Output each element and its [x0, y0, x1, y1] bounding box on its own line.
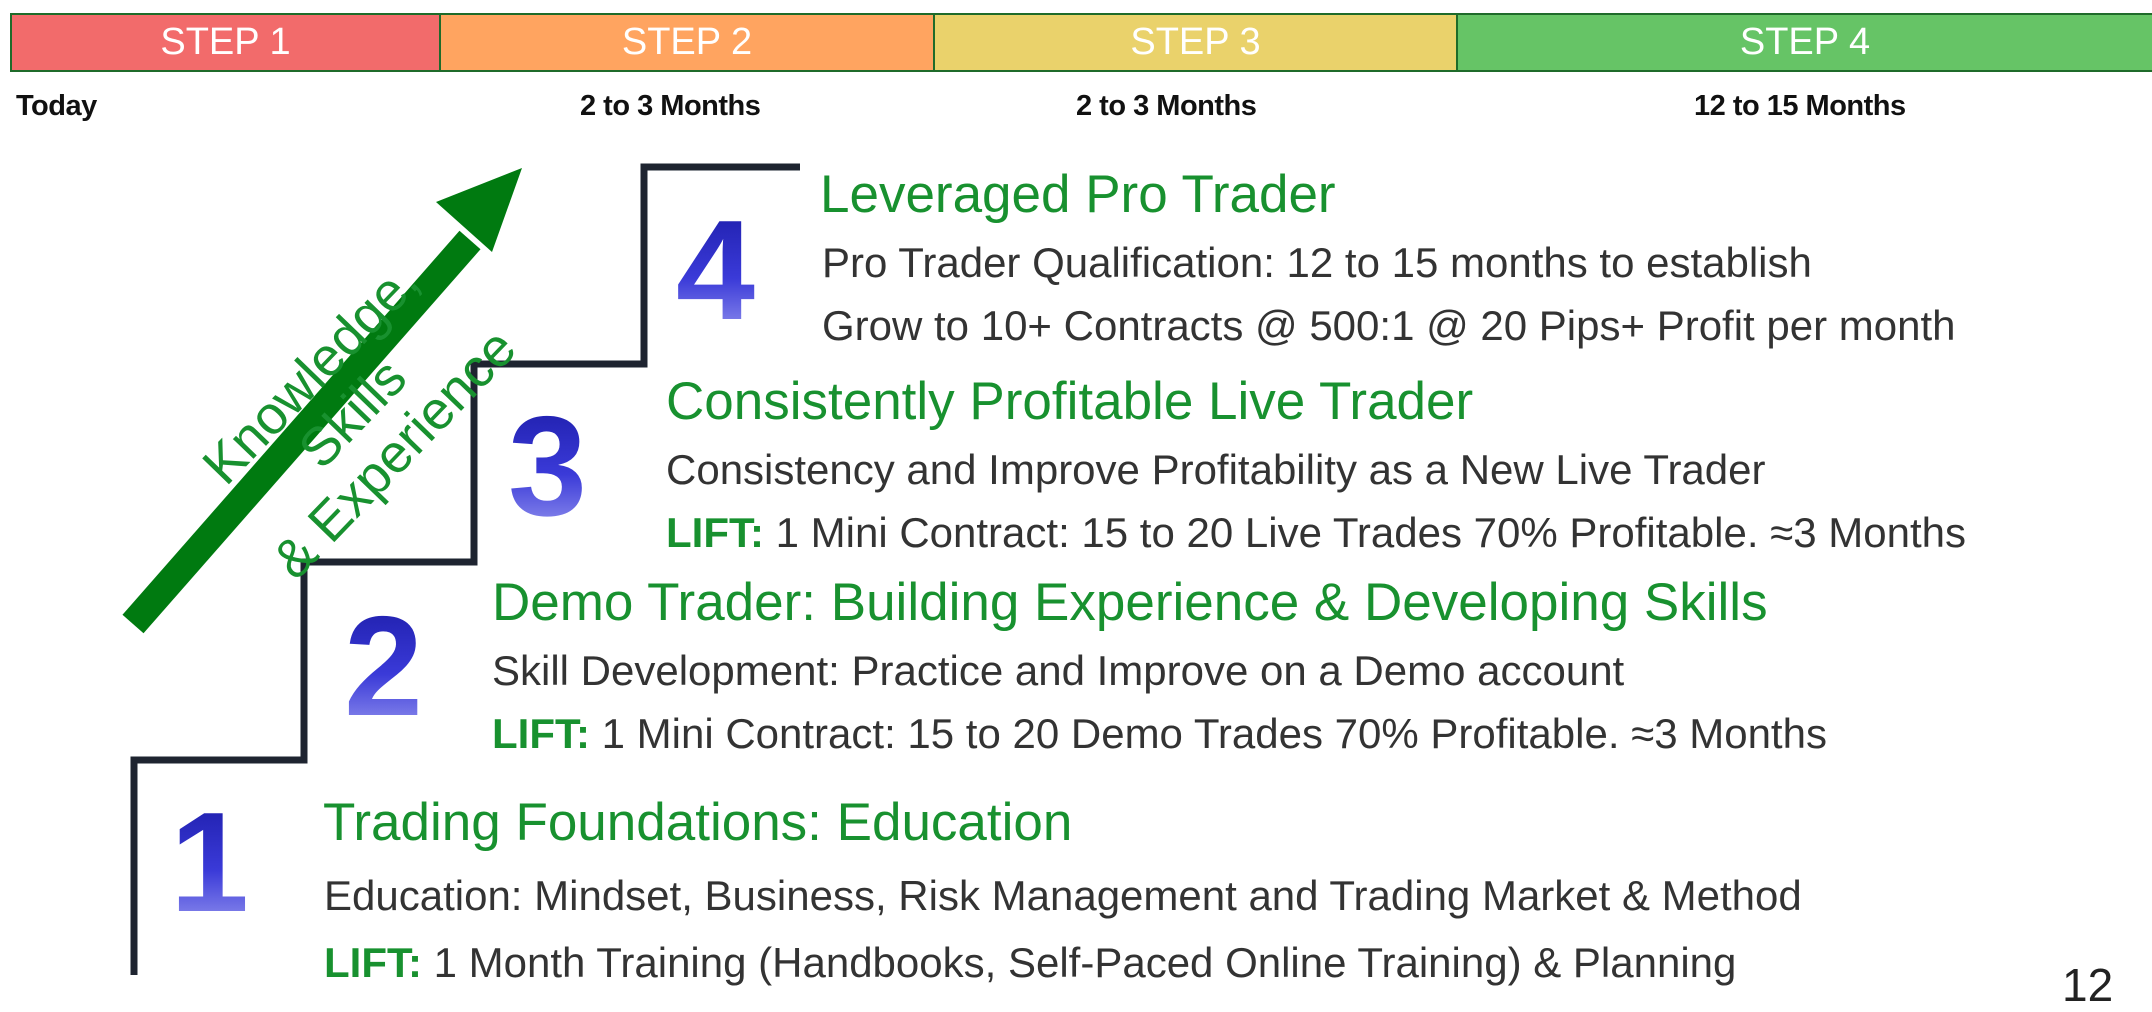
level-3-lift-label: LIFT: — [666, 509, 764, 556]
level-1-line-2: LIFT: 1 Month Training (Handbooks, Self-… — [324, 942, 1736, 984]
level-3-title: Consistently Profitable Live Trader — [666, 372, 1474, 431]
level-3-number: 3 — [508, 387, 587, 546]
level-1-line-1: Education: Mindset, Business, Risk Manag… — [324, 872, 1802, 919]
level-1-lift-text: 1 Month Training (Handbooks, Self-Paced … — [421, 939, 1737, 986]
level-2-title: Demo Trader: Building Experience & Devel… — [492, 573, 1768, 632]
level-3-line-1: Consistency and Improve Profitability as… — [666, 446, 1766, 493]
level-2-line-1: Skill Development: Practice and Improve … — [492, 647, 1625, 694]
level-1-title: Trading Foundations: Education — [323, 793, 1073, 852]
level-3-line-2: LIFT: 1 Mini Contract: 15 to 20 Live Tra… — [666, 512, 1966, 554]
page-number: 12 — [2062, 959, 2114, 1011]
level-2-line-2: LIFT: 1 Mini Contract: 15 to 20 Demo Tra… — [492, 713, 1827, 755]
level-4-number: 4 — [676, 191, 755, 350]
level-1-lift-label: LIFT: — [324, 939, 422, 986]
level-2-lift-label: LIFT: — [492, 710, 590, 757]
level-4-line-2: Grow to 10+ Contracts @ 500:1 @ 20 Pips+… — [822, 302, 1956, 349]
level-4-line-1: Pro Trader Qualification: 12 to 15 month… — [822, 239, 1812, 286]
level-4-title: Leveraged Pro Trader — [820, 165, 1336, 224]
level-2-number: 2 — [344, 587, 423, 746]
level-3-lift-text: 1 Mini Contract: 15 to 20 Live Trades 70… — [763, 509, 1966, 556]
level-1-number: 1 — [170, 783, 249, 942]
level-2-lift-text: 1 Mini Contract: 15 to 20 Demo Trades 70… — [589, 710, 1827, 757]
